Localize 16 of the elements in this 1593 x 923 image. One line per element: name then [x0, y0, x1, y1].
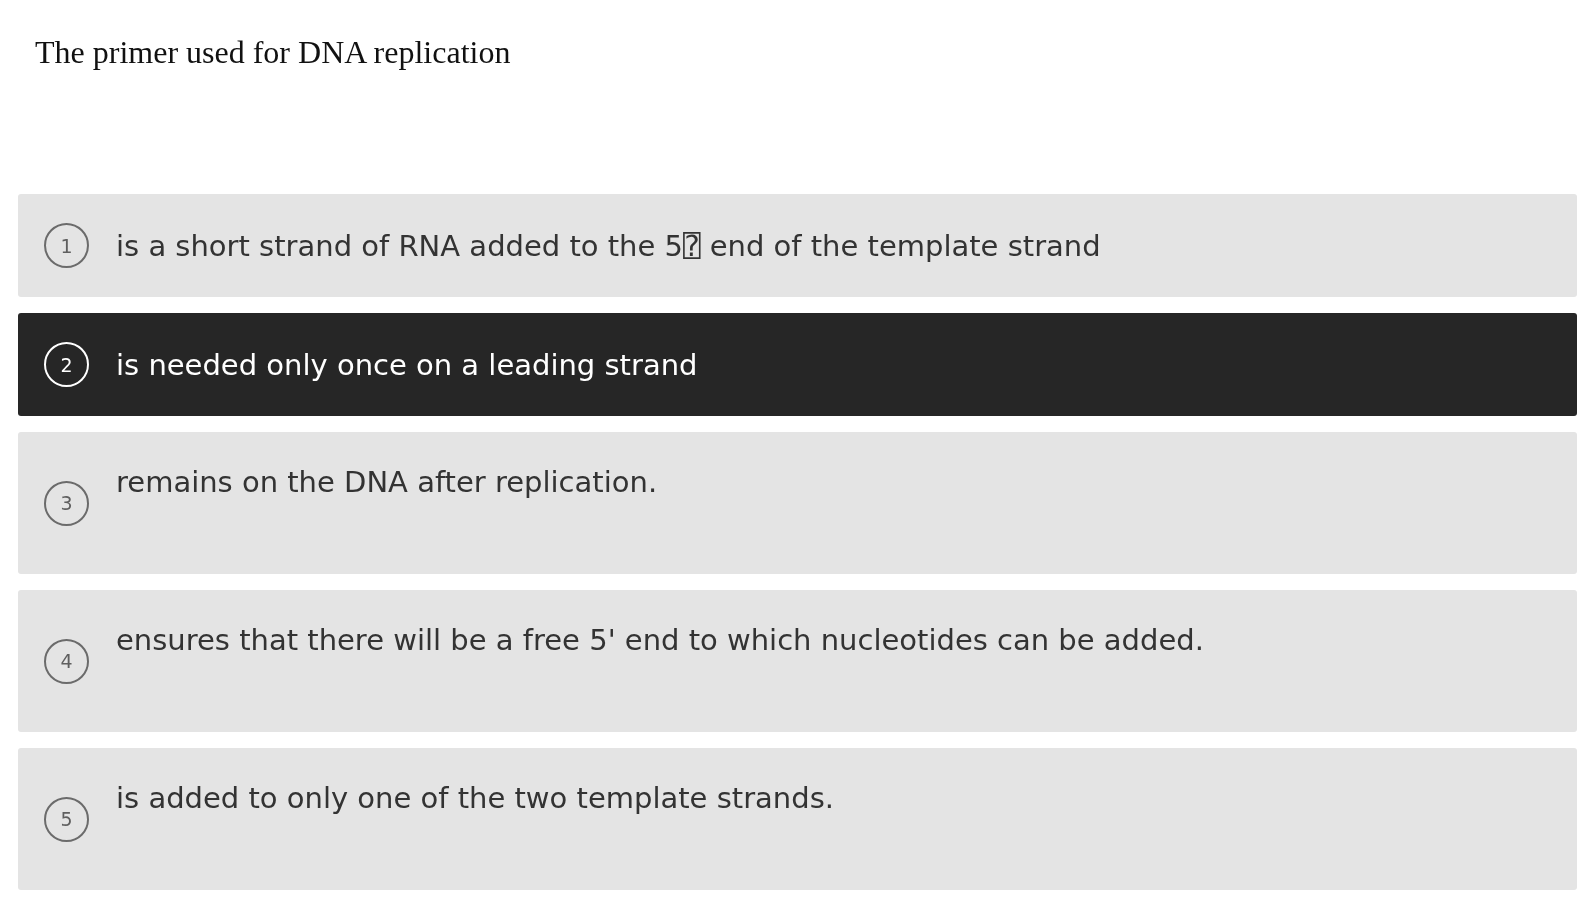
- option-text: is a short strand of RNA added to the 5⍰ end of the template strand: [116, 227, 1101, 265]
- answer-option[interactable]: 1 is a short strand of RNA added to the 5⍰ end of the template strand: [18, 194, 1577, 297]
- option-number: 1: [44, 223, 89, 268]
- option-number: 4: [44, 638, 89, 684]
- option-number: 5: [44, 796, 89, 842]
- option-text: remains on the DNA after replication.: [116, 464, 658, 501]
- option-number: 3: [44, 480, 89, 526]
- answer-option[interactable]: 5 is added to only one of the two template strands.: [18, 748, 1577, 890]
- answer-option[interactable]: 2 is needed only once on a leading strand: [18, 313, 1577, 416]
- answer-option[interactable]: 4 ensures that there will be a free 5' end to which nucleotides can be added.: [18, 590, 1577, 732]
- option-text: ensures that there will be a free 5' end to which nucleotides can be added.: [116, 622, 1204, 659]
- answer-option[interactable]: 3 remains on the DNA after replication.: [18, 432, 1577, 574]
- option-text: is added to only one of the two template strands.: [116, 780, 834, 817]
- option-number: 2: [44, 342, 89, 387]
- option-text: is needed only once on a leading strand: [116, 346, 698, 384]
- question-text: The primer used for DNA replication: [35, 33, 511, 72]
